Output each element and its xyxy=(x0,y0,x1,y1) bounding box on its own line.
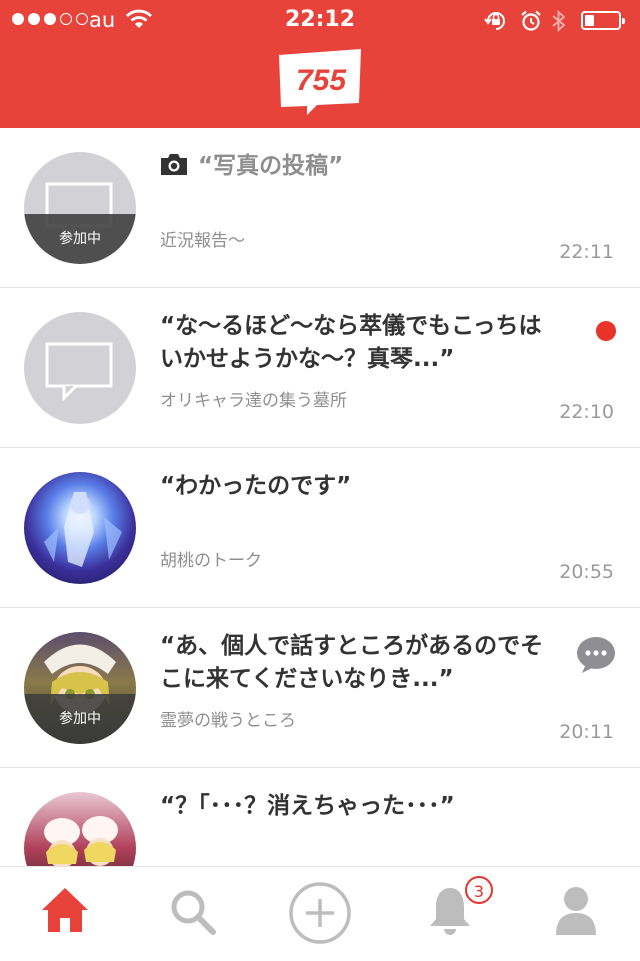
svg-text:755: 755 xyxy=(296,64,347,97)
app-logo: 755 xyxy=(279,49,361,115)
joined-label: 参加中 xyxy=(24,694,136,744)
alarm-icon xyxy=(521,10,541,31)
status-bar: au 22:12 xyxy=(0,0,640,42)
talk-message: “写真の投稿” xyxy=(160,150,560,183)
unread-dot-icon xyxy=(596,321,616,341)
talk-message: “？｢･･･？消えちゃった･･･” xyxy=(160,793,455,819)
talk-avatar: 参加中 xyxy=(24,152,136,264)
talk-row[interactable]: “？｢･･･？消えちゃった･･･” xyxy=(0,768,640,866)
home-icon[interactable] xyxy=(40,885,90,935)
talk-row[interactable]: 参加中 “写真の投稿” 近況報告〜 22:11 xyxy=(0,128,640,288)
talk-avatar xyxy=(24,792,136,866)
tab-bar: 3 xyxy=(0,866,640,961)
talk-message: “な〜るほど〜なら萃儀でもこっちはいかせようかな〜？真琴...” xyxy=(160,313,542,372)
talk-message: “あ、個人で話すところがあるのでそこに来てくださいなりき...” xyxy=(160,633,544,692)
notification-badge: 3 xyxy=(465,876,493,904)
profile-icon[interactable] xyxy=(554,885,598,937)
talk-room-name: 胡桃のトーク xyxy=(160,551,262,571)
talk-timestamp: 20:55 xyxy=(559,561,614,583)
orientation-lock-icon xyxy=(484,12,505,30)
app-header: au 22:12 755 xyxy=(0,0,640,128)
add-icon[interactable] xyxy=(288,881,352,945)
talk-timestamp: 22:10 xyxy=(559,401,614,423)
talk-room-name: 霊夢の戦うところ xyxy=(160,711,296,731)
talk-avatar xyxy=(24,472,136,584)
talk-timestamp: 22:11 xyxy=(559,241,614,263)
battery-icon xyxy=(581,11,625,30)
comment-bubble-icon[interactable] xyxy=(576,636,616,674)
talk-row[interactable]: “わかったのです” 胡桃のトーク 20:55 xyxy=(0,448,640,608)
joined-label: 参加中 xyxy=(24,214,136,264)
talk-avatar xyxy=(24,312,136,424)
talk-row[interactable]: “な〜るほど〜なら萃儀でもこっちはいかせようかな〜？真琴...” オリキャラ達の… xyxy=(0,288,640,448)
status-time: 22:12 xyxy=(284,7,356,32)
talk-room-name: 近況報告〜 xyxy=(160,231,245,251)
bluetooth-icon xyxy=(552,10,566,32)
talk-list: 参加中 “写真の投稿” 近況報告〜 22:11 “な〜るほど〜なら萃儀でもこっち… xyxy=(0,128,640,866)
talk-room-name: オリキャラ達の集う墓所 xyxy=(160,391,347,411)
talk-avatar: 参加中 xyxy=(24,632,136,744)
talk-message: “わかったのです” xyxy=(160,473,352,499)
talk-row[interactable]: 参加中 “あ、個人で話すところがあるのでそこに来てくださいなりき...” 霊夢の… xyxy=(0,608,640,768)
chat-bubble-icon xyxy=(45,342,113,402)
search-icon[interactable] xyxy=(168,887,216,935)
camera-icon xyxy=(161,154,187,175)
talk-timestamp: 20:11 xyxy=(559,721,614,743)
